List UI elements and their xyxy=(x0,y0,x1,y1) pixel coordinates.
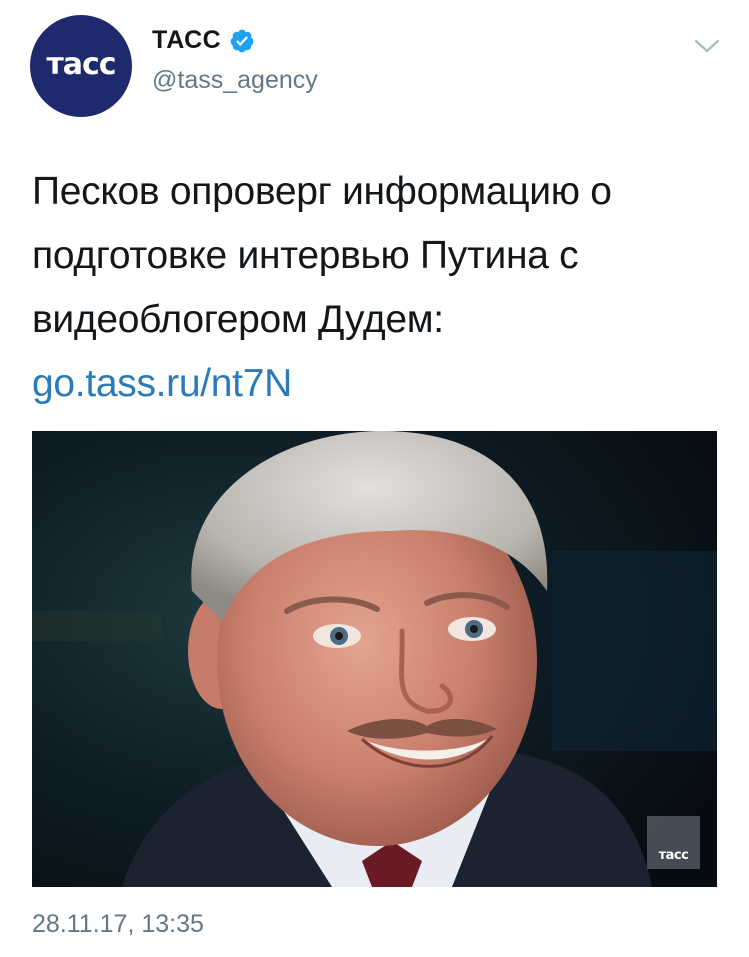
tweet-photo[interactable]: тасс xyxy=(32,431,717,887)
display-name[interactable]: ТАСС xyxy=(152,26,221,55)
account-handle[interactable]: @tass_agency xyxy=(152,66,318,95)
name-row: ТАСС xyxy=(152,26,255,55)
tweet: тасс ТАСС @tass_agency Песков опроверг и… xyxy=(0,0,749,957)
tweet-text-line: видеоблогером Дудем: xyxy=(32,298,444,341)
tweet-link[interactable]: go.tass.ru/nt7N xyxy=(32,352,722,416)
tweet-text-line: подготовке интервью Путина с xyxy=(32,234,579,277)
tass-watermark: тасс xyxy=(647,816,700,869)
avatar[interactable]: тасс xyxy=(30,15,132,117)
photo-illustration xyxy=(32,431,717,887)
tweet-text: Песков опроверг информацию о подготовке … xyxy=(32,160,722,416)
chevron-down-icon[interactable] xyxy=(693,36,721,56)
verified-badge-icon xyxy=(229,28,255,54)
avatar-logo-text: тасс xyxy=(46,46,116,82)
watermark-text: тасс xyxy=(658,848,689,863)
tweet-timestamp[interactable]: 28.11.17, 13:35 xyxy=(32,910,204,939)
tweet-text-line: Песков опроверг информацию о xyxy=(32,170,612,213)
